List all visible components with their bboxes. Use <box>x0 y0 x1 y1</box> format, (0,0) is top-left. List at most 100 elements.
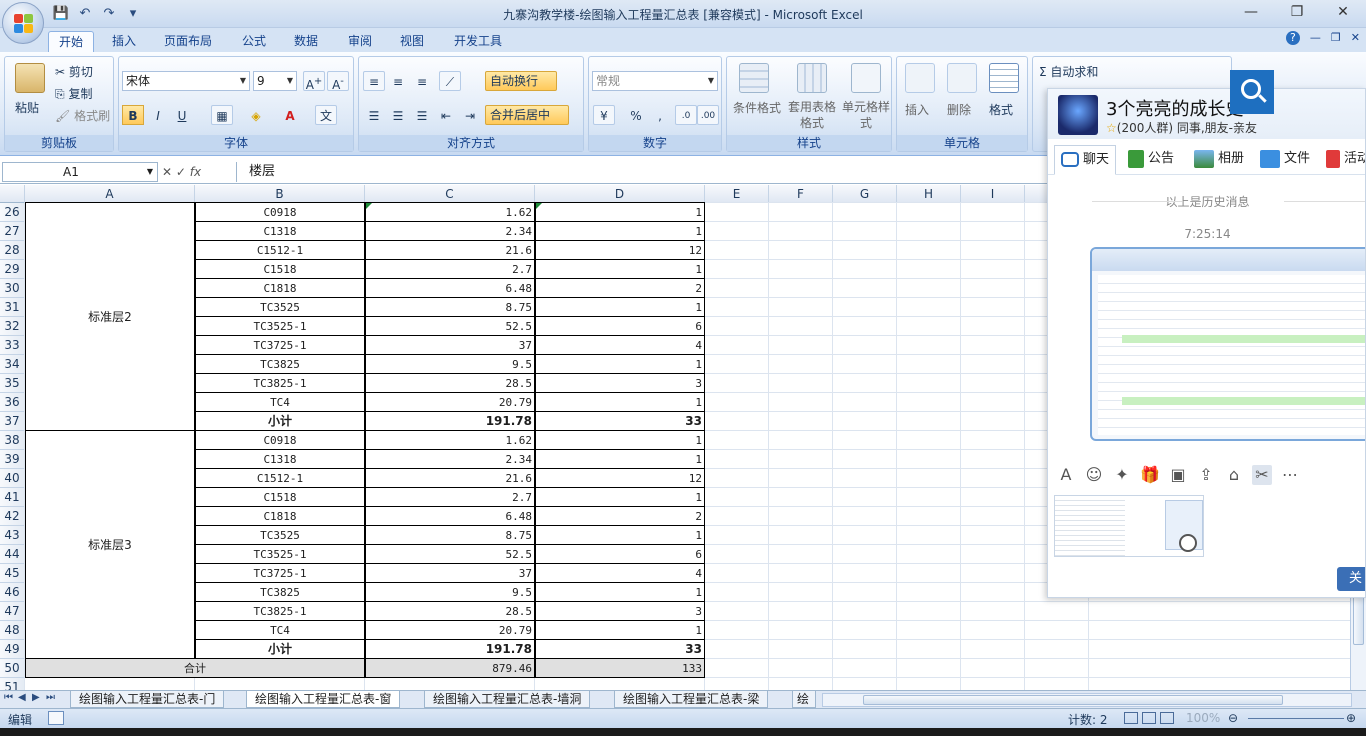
emoji-icon[interactable]: ☺ <box>1084 465 1104 485</box>
copy-button[interactable]: ⎘ 复制 <box>55 85 92 102</box>
row-header[interactable]: 43 <box>0 526 25 545</box>
row-header[interactable]: 41 <box>0 488 25 507</box>
row-header[interactable]: 31 <box>0 298 25 317</box>
page-break-view-icon[interactable] <box>1160 712 1174 724</box>
increase-indent-icon[interactable]: ⇥ <box>459 105 481 125</box>
column-header-i[interactable]: I <box>961 185 1025 203</box>
currency-icon[interactable]: ¥ <box>593 105 615 125</box>
row-header[interactable]: 29 <box>0 260 25 279</box>
format-cells-icon[interactable] <box>989 63 1019 93</box>
error-indicator-icon[interactable] <box>366 203 372 209</box>
next-sheet-icon[interactable]: ▶ <box>32 692 40 703</box>
insert-cells-button[interactable]: 插入 <box>905 101 929 118</box>
row-header[interactable]: 48 <box>0 621 25 640</box>
row-header[interactable]: 36 <box>0 393 25 412</box>
chat-tab-files[interactable]: 文件 <box>1260 147 1310 173</box>
delete-cells-button[interactable]: 删除 <box>947 101 971 118</box>
chat-tab-notice[interactable]: 公告 <box>1128 147 1174 173</box>
cut-button[interactable]: ✂ 剪切 <box>55 63 93 80</box>
macro-record-icon[interactable] <box>48 711 64 725</box>
phonetic-icon[interactable]: 文 <box>315 105 337 125</box>
row-header[interactable]: 39 <box>0 450 25 469</box>
row-header[interactable]: 28 <box>0 241 25 260</box>
column-header-c[interactable]: C <box>365 185 535 203</box>
number-format-combo[interactable]: 常规 ▼ <box>592 71 718 91</box>
select-all-corner[interactable] <box>0 185 25 203</box>
shrink-font-button[interactable]: A- <box>327 71 349 92</box>
column-header-d[interactable]: D <box>535 185 705 203</box>
row-header[interactable]: 46 <box>0 583 25 602</box>
row-header[interactable]: 38 <box>0 431 25 450</box>
font-color-button[interactable]: A <box>279 105 301 125</box>
row-header[interactable]: 33 <box>0 336 25 355</box>
row-header[interactable]: 34 <box>0 355 25 374</box>
tab-data[interactable]: 数据 <box>284 31 328 52</box>
ribbon-restore-icon[interactable]: ❐ <box>1331 31 1341 45</box>
insert-function-button[interactable]: fx <box>190 165 201 179</box>
restore-button[interactable]: ❐ <box>1274 0 1320 26</box>
first-sheet-icon[interactable]: ⏮ <box>4 692 13 703</box>
tab-view[interactable]: 视图 <box>390 31 434 52</box>
row-header[interactable]: 40 <box>0 469 25 488</box>
screenshot-scissors-icon[interactable]: ✂ <box>1252 465 1272 485</box>
zoom-slider[interactable] <box>1248 718 1344 719</box>
cell-styles-button[interactable]: 单元格样式 <box>841 99 891 131</box>
align-top-icon[interactable]: ≡ <box>363 71 385 91</box>
font-name-combo[interactable]: 宋体 ▼ <box>122 71 250 91</box>
row-header[interactable]: 44 <box>0 545 25 564</box>
zoom-icon[interactable] <box>1179 534 1197 552</box>
group-name[interactable]: 3个亮亮的成长史 <box>1106 95 1243 121</box>
underline-button[interactable]: U <box>171 105 193 125</box>
tab-developer[interactable]: 开发工具 <box>444 31 512 52</box>
floating-search-button[interactable] <box>1230 70 1274 114</box>
row-header[interactable]: 35 <box>0 374 25 393</box>
row-header[interactable]: 45 <box>0 564 25 583</box>
column-header-a[interactable]: A <box>25 185 195 203</box>
close-button[interactable]: ✕ <box>1320 0 1366 26</box>
office-button[interactable] <box>2 2 44 44</box>
column-header-b[interactable]: B <box>195 185 365 203</box>
row-header[interactable]: 47 <box>0 602 25 621</box>
percent-button[interactable]: % <box>625 105 647 125</box>
page-layout-view-icon[interactable] <box>1142 712 1156 724</box>
font-size-combo[interactable]: 9 ▼ <box>253 71 297 91</box>
input-image-thumbnail[interactable] <box>1054 495 1204 557</box>
decrease-indent-icon[interactable]: ⇤ <box>435 105 457 125</box>
zoom-out-icon[interactable]: ⊖ <box>1228 711 1238 725</box>
ribbon-close-icon[interactable]: ✕ <box>1351 31 1360 45</box>
conditional-format-button[interactable]: 条件格式 <box>731 99 783 116</box>
zoom-in-icon[interactable]: ⊕ <box>1346 711 1356 725</box>
sheet-tab-doors[interactable]: 绘图输入工程量汇总表-门 <box>70 691 225 708</box>
decrease-decimal-icon[interactable]: .00 <box>697 105 719 125</box>
cell-styles-icon[interactable] <box>851 63 881 93</box>
table-format-icon[interactable] <box>797 63 827 93</box>
zoom-level[interactable]: 100% <box>1186 711 1220 725</box>
prev-sheet-icon[interactable]: ◀ <box>18 692 26 703</box>
column-header-h[interactable]: H <box>897 185 961 203</box>
format-painter-button[interactable]: 🖌 格式刷 <box>55 107 110 124</box>
image-icon[interactable]: ▣ <box>1168 465 1188 485</box>
row-header[interactable]: 50 <box>0 659 25 678</box>
tab-page-layout[interactable]: 页面布局 <box>154 31 222 52</box>
align-center-icon[interactable]: ☰ <box>387 105 409 125</box>
name-box[interactable]: A1 ▼ <box>2 162 158 182</box>
italic-button[interactable]: I <box>147 105 169 125</box>
comma-button[interactable]: , <box>649 105 671 125</box>
normal-view-icon[interactable] <box>1124 712 1138 724</box>
paste-icon[interactable] <box>15 63 45 93</box>
row-header[interactable]: 26 <box>0 203 25 222</box>
grow-font-button[interactable]: A+ <box>303 71 325 92</box>
font-icon[interactable]: A <box>1056 465 1076 485</box>
shop-icon[interactable]: ⌂ <box>1224 465 1244 485</box>
tab-home[interactable]: 开始 <box>48 31 95 52</box>
help-icon[interactable]: ? <box>1285 31 1300 45</box>
insert-cells-icon[interactable] <box>905 63 935 93</box>
sheet-tab-windows[interactable]: 绘图输入工程量汇总表-窗 <box>246 691 401 708</box>
align-left-icon[interactable]: ☰ <box>363 105 385 125</box>
enter-icon[interactable]: ✓ <box>176 165 186 179</box>
row-header[interactable]: 30 <box>0 279 25 298</box>
sheet-tab-beams[interactable]: 绘图输入工程量汇总表-梁 <box>614 691 769 708</box>
formula-input[interactable]: 楼层 <box>236 162 1046 182</box>
column-header-f[interactable]: F <box>769 185 833 203</box>
chat-tab-chat[interactable]: 聊天 <box>1054 145 1117 175</box>
